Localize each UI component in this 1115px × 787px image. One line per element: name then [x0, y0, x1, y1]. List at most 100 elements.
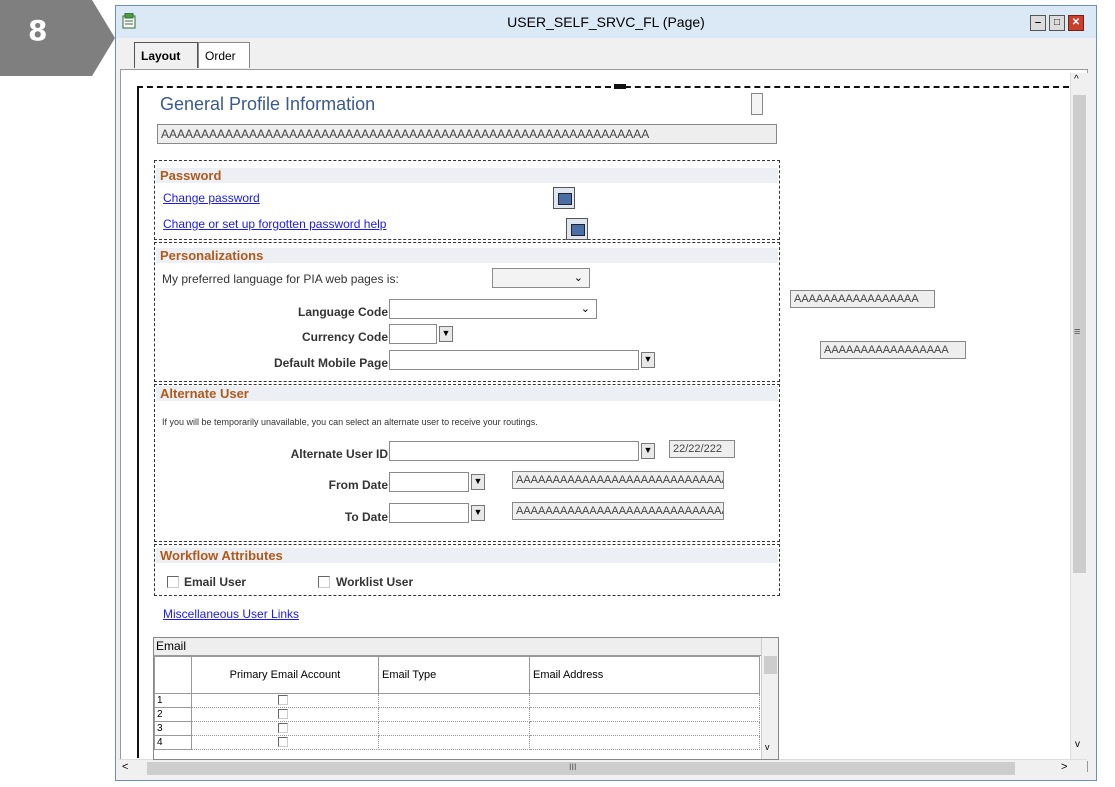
worklist-user-label: Worklist User [336, 575, 414, 589]
name-display-field: AAAAAAAAAAAAAAAAAAAAAAAAAAAAAAAAAAAAAAAA… [157, 124, 777, 144]
grid-scroll-thumb[interactable] [764, 656, 777, 674]
title-bar: USER_SELF_SRVC_FL (Page) ‒ □ ✕ [116, 6, 1096, 38]
page-title: General Profile Information [160, 94, 376, 114]
grip-icon: ≡ [1074, 326, 1081, 338]
alternate-user-id-label: Alternate User ID [290, 447, 388, 461]
grid-scroll-down-icon[interactable]: v [765, 742, 770, 752]
side-display-field-2: AAAAAAAAAAAAAAAAA [820, 341, 966, 359]
primary-email-checkbox[interactable] [278, 737, 288, 747]
email-type-cell[interactable] [378, 721, 530, 736]
alternate-user-heading: Alternate User [156, 386, 778, 401]
from-date-field[interactable] [389, 472, 469, 492]
column-header-type: Email Type [378, 656, 530, 694]
maximize-icon: □ [1053, 17, 1061, 28]
page-boundary-marker [614, 84, 626, 89]
tab-order-label: Order [205, 49, 236, 63]
language-pref-dropdown[interactable]: ⌄ [492, 268, 590, 288]
workflow-heading: Workflow Attributes [156, 548, 778, 563]
vertical-scrollbar[interactable]: ^ ≡ v [1070, 73, 1088, 761]
side-display-field-1: AAAAAAAAAAAAAAAAA [790, 290, 935, 308]
scroll-down-icon[interactable]: v [1075, 739, 1080, 750]
table-row: 2 [154, 707, 760, 722]
email-address-cell[interactable] [529, 735, 760, 750]
tab-order[interactable]: Order [198, 42, 250, 68]
page-left-boundary [137, 86, 139, 758]
personalizations-heading: Personalizations [156, 248, 778, 263]
primary-email-cell[interactable] [191, 693, 379, 708]
email-table: Primary Email Account Email Type Email A… [154, 656, 760, 750]
minimize-button[interactable]: ‒ [1030, 15, 1046, 31]
from-date-label: From Date [328, 478, 388, 492]
row-number: 4 [154, 735, 192, 750]
mobile-page-field[interactable] [389, 350, 639, 370]
to-date-prompt-button[interactable]: ▼ [471, 505, 485, 521]
chevron-down-icon: ⌄ [580, 303, 590, 315]
alternate-user-description: If you will be temporarily unavailable, … [162, 417, 538, 427]
language-code-label: Language Code [297, 305, 388, 319]
minimize-icon: ‒ [1035, 17, 1041, 28]
column-header-primary: Primary Email Account [191, 656, 379, 694]
currency-code-field[interactable] [389, 324, 437, 344]
mobile-page-prompt-button[interactable]: ▼ [641, 352, 655, 368]
language-code-dropdown[interactable]: ⌄ [389, 299, 597, 319]
email-address-cell[interactable] [529, 693, 760, 708]
grid-vertical-scrollbar[interactable]: v [761, 638, 778, 759]
chevron-down-icon: ⌄ [573, 272, 583, 284]
window-title: USER_SELF_SRVC_FL (Page) [507, 14, 705, 30]
email-grid-titlebar: Email [154, 638, 778, 656]
scroll-right-icon[interactable]: > [1061, 761, 1067, 773]
alternate-user-date-display: 22/22/222 [669, 440, 735, 458]
currency-code-label: Currency Code [301, 330, 388, 344]
horizontal-scroll-thumb[interactable] [147, 762, 1015, 775]
to-date-label: To Date [344, 510, 388, 524]
email-type-cell[interactable] [378, 735, 530, 750]
to-date-field[interactable] [389, 503, 469, 523]
from-date-display: AAAAAAAAAAAAAAAAAAAAAAAAAAAAA [512, 471, 724, 489]
primary-email-cell[interactable] [191, 735, 379, 750]
email-type-cell[interactable] [378, 693, 530, 708]
close-button[interactable]: ✕ [1068, 15, 1084, 31]
from-date-prompt-button[interactable]: ▼ [471, 474, 485, 490]
email-type-cell[interactable] [378, 707, 530, 722]
hidden-field-box[interactable] [751, 93, 763, 115]
step-badge [0, 0, 115, 76]
email-grid-title: Email [156, 639, 187, 653]
primary-email-checkbox[interactable] [278, 723, 288, 733]
change-password-link[interactable]: Change password [163, 191, 260, 205]
change-password-button[interactable] [553, 187, 575, 209]
mobile-page-label: Default Mobile Page [273, 356, 388, 370]
table-row: 3 [154, 721, 760, 736]
primary-email-checkbox[interactable] [278, 695, 288, 705]
language-pref-label: My preferred language for PIA web pages … [162, 272, 399, 286]
forgot-password-link[interactable]: Change or set up forgotten password help [163, 217, 386, 231]
worklist-user-checkbox[interactable] [318, 576, 330, 588]
push-button-icon [571, 224, 585, 236]
to-date-display: AAAAAAAAAAAAAAAAAAAAAAAAAAAAA [512, 502, 724, 520]
table-header-row: Primary Email Account Email Type Email A… [154, 656, 760, 694]
row-number: 2 [154, 707, 192, 722]
column-header-address: Email Address [529, 656, 760, 694]
scroll-up-icon[interactable]: ^ [1074, 74, 1079, 85]
close-icon: ✕ [1071, 17, 1081, 28]
maximize-button[interactable]: □ [1049, 15, 1065, 31]
forgot-password-button[interactable] [566, 218, 588, 240]
primary-email-checkbox[interactable] [278, 709, 288, 719]
email-user-checkbox[interactable] [167, 576, 179, 588]
table-row: 1 [154, 693, 760, 708]
primary-email-cell[interactable] [191, 707, 379, 722]
page-top-boundary [137, 86, 1069, 90]
alternate-user-id-field[interactable] [389, 441, 639, 461]
tab-layout-label: Layout [141, 49, 181, 63]
currency-prompt-button[interactable]: ▼ [439, 326, 453, 342]
misc-user-links[interactable]: Miscellaneous User Links [163, 607, 299, 621]
push-button-icon [558, 193, 572, 205]
email-grid: Email Primary Email Account Email Type E… [153, 637, 779, 760]
email-address-cell[interactable] [529, 721, 760, 736]
tab-layout[interactable]: Layout [134, 42, 198, 68]
alternate-user-prompt-button[interactable]: ▼ [641, 443, 655, 459]
scroll-left-icon[interactable]: < [122, 761, 128, 773]
horizontal-scrollbar[interactable]: < III > [119, 759, 1087, 778]
email-address-cell[interactable] [529, 707, 760, 722]
primary-email-cell[interactable] [191, 721, 379, 736]
row-number: 3 [154, 721, 192, 736]
